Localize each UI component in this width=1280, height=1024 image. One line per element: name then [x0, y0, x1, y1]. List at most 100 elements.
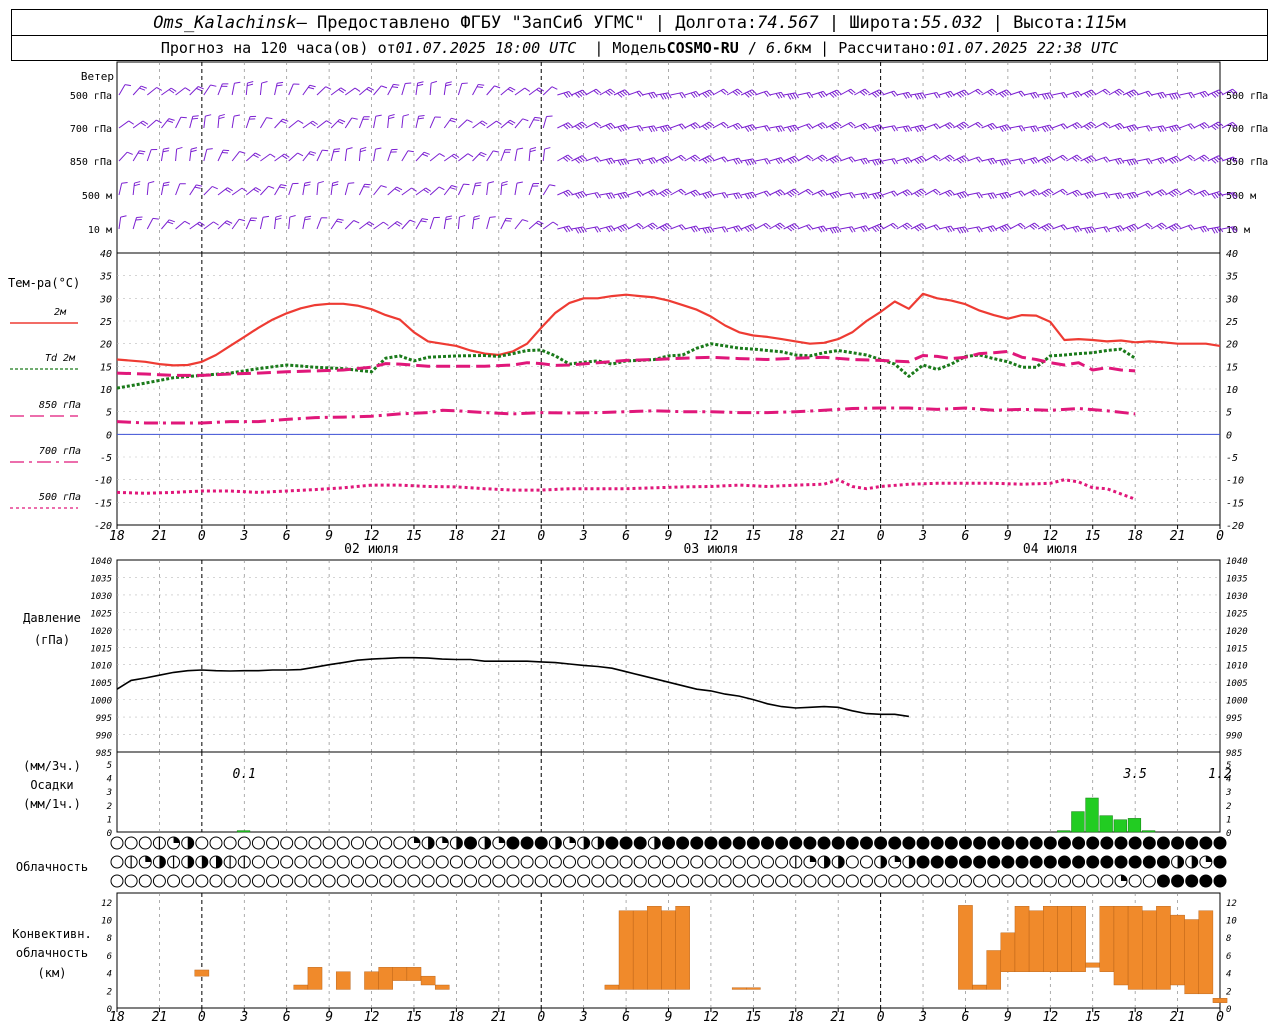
wind-barb-flag: [266, 117, 273, 120]
bottom-axis-hour-label: 15: [746, 1010, 762, 1024]
wind-barb-flag: [509, 119, 516, 124]
wind-barb-flag: [764, 125, 769, 132]
cloud-cover-fill: [1129, 837, 1142, 849]
wind-barb-shaft: [458, 119, 468, 129]
meteogram-chart: Ветер 500 гПа 500 гПа 700 гПа 700 гПа 850 гПа…: [8, 61, 1268, 1024]
wind-barb-flag: [608, 193, 613, 199]
wind-barb-flag: [636, 158, 641, 165]
wind-barb-flag: [332, 183, 339, 187]
wind-barb-shaft: [203, 84, 211, 96]
wind-barb-shaft: [274, 118, 284, 129]
wind-barb-flag: [449, 119, 456, 123]
wind-barb-flag: [992, 192, 997, 199]
cloud-cover-fill: [605, 837, 618, 849]
wind-barb-shaft: [316, 217, 322, 230]
wind-barb-flag: [268, 185, 275, 189]
wind-barb-flag: [451, 185, 458, 188]
pressure-ytick-left: 985: [96, 749, 112, 759]
wind-barb-flag: [322, 149, 329, 152]
pressure-ytick-left: 1005: [90, 679, 112, 689]
convective-bar: [1071, 906, 1086, 972]
wind-barb-flag: [905, 126, 910, 132]
wind-barb-flag: [874, 159, 879, 166]
wind-barb-flag: [580, 227, 585, 233]
wind-barb-flag: [156, 119, 162, 124]
precip-panel-title: Осадки: [30, 778, 73, 792]
wind-barb-flag: [517, 147, 524, 150]
wind-barb-shaft: [146, 149, 152, 162]
wind-barb-shaft: [146, 87, 157, 96]
wind-barb-flag: [134, 183, 141, 187]
cloud-cover-symbol: [365, 855, 379, 869]
wind-barb-shaft: [1179, 154, 1191, 162]
pressure-line: [116, 656, 910, 718]
cloud-cover-symbol: [464, 855, 478, 869]
cloud-cover-symbol: [563, 855, 577, 869]
wind-barb-flag: [891, 158, 896, 165]
wind-level-label-right: 10 м: [1226, 225, 1250, 236]
wind-barb-flag: [594, 192, 599, 199]
wind-barb-flag: [191, 147, 198, 150]
wind-barb-flag: [650, 92, 656, 99]
wind-barb-shaft: [1052, 154, 1064, 162]
cloud-cover-symbol: [817, 874, 831, 888]
wind-barb-flag: [1041, 94, 1046, 100]
cloud-cover-symbol: [266, 874, 280, 888]
wind-barb-shaft: [359, 221, 370, 230]
convective-bar: [194, 969, 210, 977]
wind-barb-flag: [747, 193, 752, 199]
wind-barb-shaft: [641, 189, 654, 196]
wind-barb-flag: [1115, 193, 1119, 200]
wind-barb-flag: [1145, 125, 1150, 132]
cloud-cover-fill: [1100, 837, 1113, 849]
convective-bar: [1127, 906, 1143, 990]
cloud-cover-symbol: [1029, 874, 1043, 888]
wind-barb-flag: [383, 221, 389, 226]
wind-barb-flag: [1103, 192, 1108, 199]
temperature-axis-hour-label: 0: [198, 529, 206, 544]
wind-barb-flag: [451, 155, 458, 160]
cloud-cover-symbol: [138, 874, 152, 888]
wind-barb-flag: [504, 220, 511, 222]
wind-barb-flag: [872, 193, 877, 200]
wind-barb-flag: [1032, 92, 1037, 99]
wind-barb-shaft: [542, 149, 546, 162]
wind-barb-shaft: [358, 149, 361, 162]
wind-barb-shaft: [175, 149, 178, 162]
wind-barb-flag: [611, 192, 616, 199]
wind-barb-flag: [789, 93, 794, 100]
cloud-cover-fill: [1185, 837, 1198, 849]
wind-barb-shaft: [260, 185, 269, 196]
wind-barb-flag: [194, 186, 201, 189]
wind-barb-flag: [139, 150, 146, 153]
wind-barb-shaft: [712, 121, 724, 129]
wind-barb-shaft: [259, 217, 264, 230]
wind-barb-shaft: [500, 149, 506, 162]
cloud-cover-symbol: [591, 855, 605, 869]
wind-barb-flag: [575, 228, 580, 234]
convective-bar: [1170, 914, 1185, 986]
wind-barb-shaft: [231, 83, 235, 96]
wind-barb-flag: [120, 215, 127, 218]
cloud-cover-symbol: [859, 855, 873, 869]
wind-barb-shaft: [175, 220, 186, 230]
wind-barb-flag: [247, 83, 254, 87]
wind-barb-shaft: [288, 120, 299, 129]
convective-ytick-right: 12: [1226, 899, 1237, 909]
cloud-cover-symbol: [478, 855, 492, 869]
cloud-cover-fill: [1199, 837, 1212, 849]
wind-barb-flag: [253, 188, 259, 193]
bottom-axis-hour-label: 3: [239, 1010, 248, 1024]
cloud-cover-symbol: [930, 874, 944, 888]
convective-ytick-right: 8: [1226, 934, 1231, 944]
wind-barb-flag: [363, 186, 370, 188]
wind-barb-shaft: [486, 217, 491, 230]
wind-barb-shaft: [514, 219, 523, 230]
cloud-cover-symbol: [280, 855, 294, 869]
date-label: 03 июля: [684, 542, 739, 557]
cloud-cover-symbol: [110, 855, 124, 869]
wind-barb-shaft: [217, 83, 223, 96]
wind-barb-flag: [280, 120, 287, 124]
precip-total-label: 0.1: [233, 767, 256, 782]
convective-bar: [364, 971, 379, 990]
